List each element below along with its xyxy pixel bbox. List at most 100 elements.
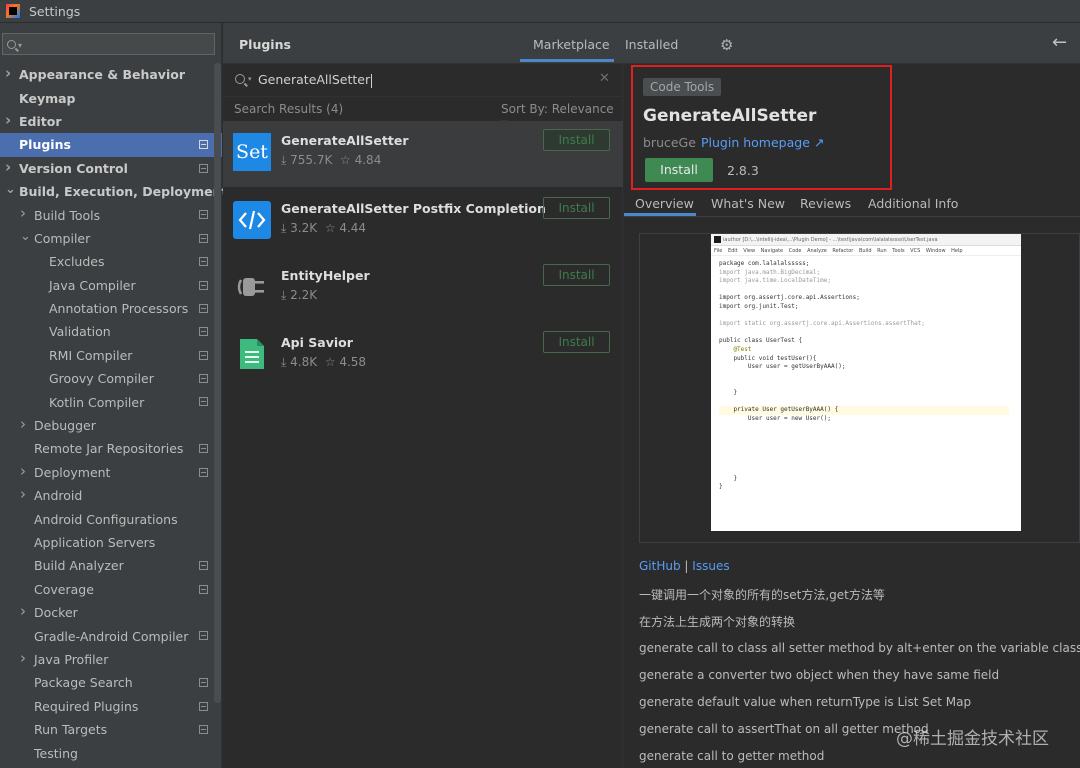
plugin-vendor[interactable]: bruceGe (643, 135, 696, 150)
plugin-list-item[interactable]: Set GenerateAllSetter ⤓ 755.7K ☆ 4.84 In… (223, 121, 623, 187)
plugin-downloads: 4.8K (290, 355, 318, 369)
sidebar-item-rmi-compiler[interactable]: RMI Compiler (0, 344, 222, 367)
plugin-list-item[interactable]: Api Savior ⤓ 4.8K ☆ 4.58 Install (223, 323, 623, 389)
project-level-icon (199, 397, 208, 407)
sidebar-item-remote-jar-repositories[interactable]: Remote Jar Repositories (0, 437, 222, 460)
sidebar-item-build-execution-deployment[interactable]: ⌄ Build, Execution, Deployment (0, 180, 227, 203)
sidebar-item-java-compiler[interactable]: Java Compiler (0, 274, 222, 297)
sidebar-item-editor[interactable]: › Editor (0, 110, 222, 133)
sidebar-item-label: Java Compiler (49, 277, 136, 293)
sidebar-item-run-targets[interactable]: Run Targets (0, 718, 222, 741)
sidebar-item-android-configurations[interactable]: Android Configurations (0, 507, 222, 530)
tab-whats-new[interactable]: What's New (711, 196, 785, 211)
search-history-caret-icon[interactable]: ▾ (18, 41, 22, 50)
plugin-list-item[interactable]: EntityHelper ⤓ 2.2K Install (223, 256, 623, 322)
install-button[interactable]: Install (543, 264, 610, 286)
detail-install-button[interactable]: Install (645, 158, 713, 182)
screenshot-window-title: iauthor [D:\...\intellij-idea\...\Plugin… (711, 234, 1021, 246)
sidebar-item-label: Docker (34, 605, 78, 621)
tab-marketplace[interactable]: Marketplace (533, 37, 610, 52)
plugin-screenshot[interactable]: iauthor [D:\...\intellij-idea\...\Plugin… (711, 234, 1021, 531)
sidebar-item-label: Compiler (34, 230, 91, 246)
sidebar-item-label: RMI Compiler (49, 347, 133, 363)
sidebar-item-label: Editor (19, 113, 62, 129)
sidebar-item-java-profiler[interactable]: › Java Profiler (0, 648, 222, 671)
sidebar-item-docker[interactable]: › Docker (0, 601, 222, 624)
tab-additional-info[interactable]: Additional Info (868, 196, 958, 211)
sidebar-item-version-control[interactable]: › Version Control (0, 157, 222, 180)
back-arrow-icon[interactable]: ← (1052, 32, 1067, 53)
intellij-app-icon (6, 4, 20, 18)
sidebar-item-testing[interactable]: Testing (0, 741, 222, 764)
sidebar-item-label: Java Profiler (34, 651, 109, 667)
install-button[interactable]: Install (543, 129, 610, 151)
github-link[interactable]: GitHub (639, 559, 681, 573)
sidebar-item-kotlin-compiler[interactable]: Kotlin Compiler (0, 390, 222, 413)
chevron-right-icon[interactable]: › (20, 602, 26, 620)
description-line: 一键调用一个对象的所有的set方法,get方法等 (639, 588, 885, 602)
gear-icon[interactable]: ⚙ (720, 36, 733, 54)
plugin-list-item[interactable]: GenerateAllSetter Postfix Completion ⤓ 3… (223, 189, 623, 255)
tab-reviews[interactable]: Reviews (800, 196, 851, 211)
tab-installed[interactable]: Installed (625, 37, 678, 52)
project-level-icon (199, 374, 208, 384)
sidebar-item-deployment[interactable]: › Deployment (0, 461, 222, 484)
code-line: import org.assertj.core.api.Assertions; (719, 294, 860, 302)
project-level-icon (199, 163, 208, 173)
sidebar-scrollbar[interactable] (214, 63, 221, 703)
install-button[interactable]: Install (543, 197, 610, 219)
sidebar-item-groovy-compiler[interactable]: Groovy Compiler (0, 367, 222, 390)
chevron-right-icon[interactable]: › (20, 462, 26, 480)
sidebar-item-keymap[interactable]: Keymap (0, 86, 222, 109)
sidebar-item-build-tools[interactable]: › Build Tools (0, 203, 222, 226)
plugin-homepage-link[interactable]: Plugin homepage ↗ (701, 135, 824, 150)
sidebar-item-excludes[interactable]: Excludes (0, 250, 222, 273)
sidebar-item-package-search[interactable]: Package Search (0, 671, 222, 694)
sidebar-item-coverage[interactable]: Coverage (0, 578, 222, 601)
sidebar-item-android[interactable]: › Android (0, 484, 222, 507)
document-icon (233, 335, 271, 373)
chevron-right-icon[interactable]: › (5, 64, 11, 82)
sidebar-item-compiler[interactable]: ⌄ Compiler (0, 227, 222, 250)
project-level-icon (199, 350, 208, 360)
clear-search-icon[interactable]: ✕ (599, 71, 610, 86)
watermark: @稀土掘金技术社区 (896, 729, 1049, 749)
chevron-right-icon[interactable]: › (5, 111, 11, 129)
project-level-icon (199, 584, 208, 594)
plugin-search-field[interactable]: ▾ GenerateAllSetter ✕ (223, 64, 623, 97)
sidebar-item-plugins[interactable]: Plugins (0, 133, 222, 157)
link-separator: | (684, 559, 689, 573)
download-icon: ⤓ (281, 355, 287, 369)
category-badge[interactable]: Code Tools (643, 78, 722, 96)
code-line: public void testUser(){ (719, 354, 817, 362)
chevron-right-icon[interactable]: › (20, 415, 26, 433)
plugin-downloads: 2.2K (290, 288, 318, 302)
search-options-caret-icon[interactable]: ▾ (248, 75, 252, 83)
sidebar-item-application-servers[interactable]: Application Servers (0, 531, 222, 554)
settings-search-input[interactable]: ▾ (2, 33, 215, 55)
sidebar-item-annotation-processors[interactable]: Annotation Processors (0, 297, 222, 320)
chevron-right-icon[interactable]: › (20, 204, 26, 222)
chevron-right-icon[interactable]: › (20, 485, 26, 503)
install-button[interactable]: Install (543, 331, 610, 353)
chevron-down-icon[interactable]: ⌄ (5, 182, 16, 197)
sidebar-item-label: Run Targets (34, 722, 108, 738)
sidebar-item-validation[interactable]: Validation (0, 320, 222, 343)
tab-overview[interactable]: Overview (635, 196, 694, 211)
plugin-search-query[interactable]: GenerateAllSetter (258, 72, 370, 87)
sidebar-item-required-plugins[interactable]: Required Plugins (0, 695, 222, 718)
chevron-right-icon[interactable]: › (20, 649, 26, 667)
sidebar-item-debugger[interactable]: › Debugger (0, 414, 222, 437)
chevron-down-icon[interactable]: ⌄ (20, 229, 31, 244)
issues-link[interactable]: Issues (692, 559, 729, 573)
sidebar-item-gradle-android-compiler[interactable]: Gradle-Android Compiler (0, 624, 222, 647)
sidebar-item-appearance-behavior[interactable]: › Appearance & Behavior (0, 63, 222, 86)
sidebar-item-label: Required Plugins (34, 698, 139, 714)
chevron-right-icon[interactable]: › (5, 158, 11, 176)
sidebar-item-build-analyzer[interactable]: Build Analyzer (0, 554, 222, 577)
